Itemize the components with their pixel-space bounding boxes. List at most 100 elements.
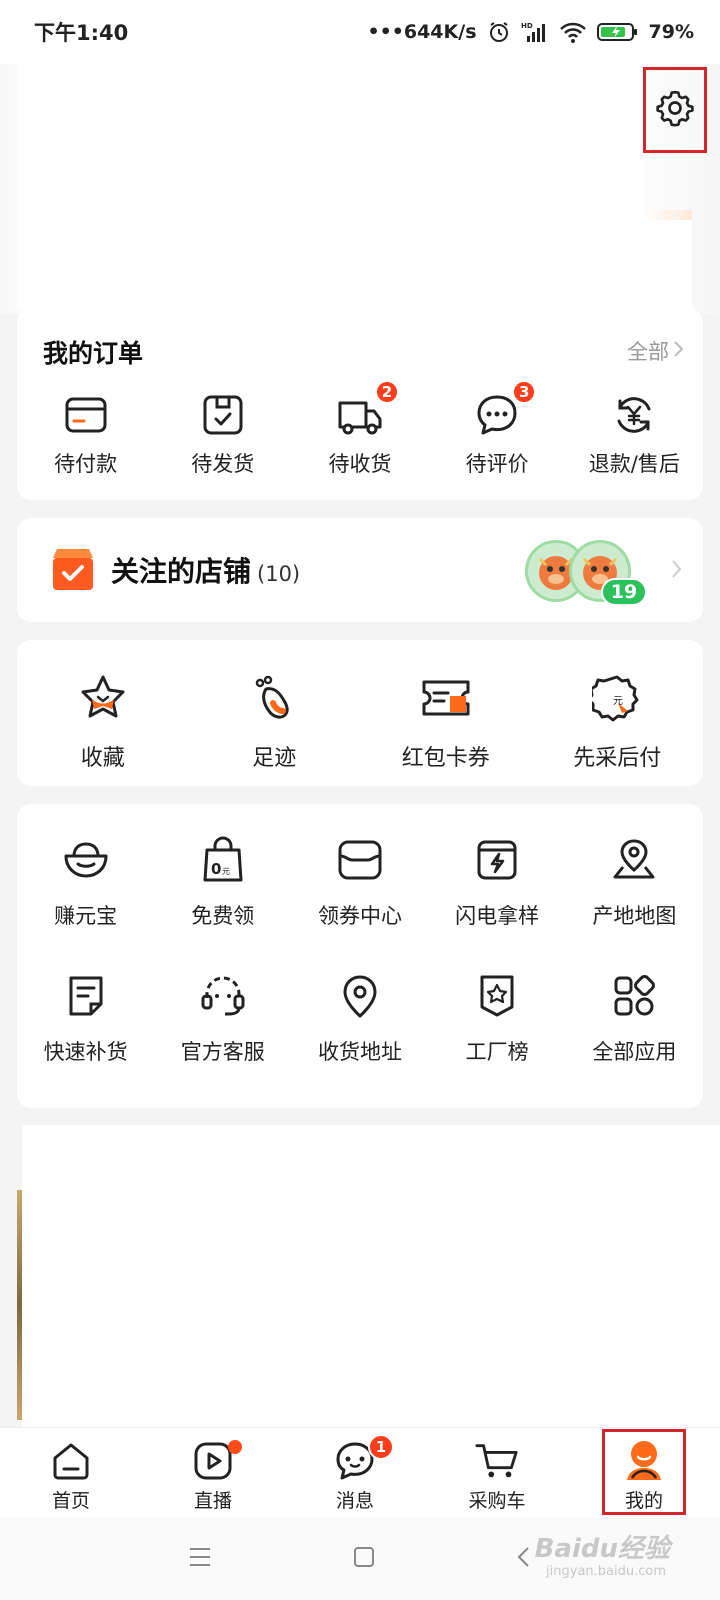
favorites-row: 收藏 足迹 红包卡券 元 先采后付 (17, 670, 703, 772)
message-icon: 1 (332, 1434, 394, 1484)
tab-label: 首页 (51, 1490, 90, 1512)
shop-update-badge: 19 (601, 578, 647, 606)
orders-status-row: 待付款 待发货 2 待收货 3 待评价 退款/售后 (17, 380, 703, 478)
lightning-sample-icon (471, 834, 523, 886)
fav-coupons[interactable]: 红包卡券 (360, 670, 532, 772)
tab-live[interactable]: 直播 (142, 1428, 284, 1517)
fav-footprints[interactable]: 足迹 (189, 670, 361, 772)
followed-shops-title: 关注的店铺 (10) (111, 550, 300, 590)
home-square-icon[interactable] (352, 1545, 376, 1573)
origin-map-icon (608, 834, 660, 886)
factory-rank-icon (471, 970, 523, 1022)
order-count-badge: 3 (512, 380, 537, 404)
footprint-icon (246, 670, 302, 726)
live-play-icon (190, 1438, 242, 1484)
fav-collections[interactable]: 收藏 (17, 670, 189, 772)
followed-shops-label: 关注的店铺 (111, 555, 252, 588)
shop-store-icon (49, 546, 97, 596)
tab-label: 采购车 (468, 1490, 526, 1512)
fav-item-label: 足迹 (252, 746, 297, 771)
fav-item-label: 收藏 (80, 746, 125, 771)
cart-icon (474, 1438, 520, 1484)
fav-pay-later[interactable]: 元 先采后付 (532, 670, 704, 772)
tool-item-label: 免费领 (191, 904, 255, 928)
order-refund-aftersales[interactable]: 退款/售后 (566, 390, 703, 478)
coupon-icon (418, 670, 474, 726)
header-content-area (17, 64, 642, 309)
tool-item-label: 赚元宝 (54, 904, 118, 928)
tab-home[interactable]: 首页 (0, 1428, 142, 1517)
message-count-badge: 1 (368, 1434, 394, 1460)
svg-text:HD: HD (521, 22, 533, 30)
header-content-area-right (642, 220, 692, 310)
chevron-right-icon (671, 558, 683, 584)
svg-text:0: 0 (211, 860, 221, 878)
order-item-label: 待发货 (191, 452, 255, 476)
order-count-badge: 2 (374, 380, 399, 404)
menu-icon[interactable] (188, 1546, 212, 1572)
wallet-card-icon (61, 390, 111, 440)
order-pending-receipt[interactable]: 2 待收货 (291, 380, 428, 478)
tool-item-label: 收货地址 (317, 1040, 402, 1064)
order-item-label: 待评价 (465, 452, 529, 476)
tool-item-label: 工厂榜 (465, 1040, 529, 1064)
status-time: 下午1:40 (34, 21, 129, 45)
gear-icon (655, 88, 695, 132)
star-icon (75, 670, 131, 726)
order-item-label: 待付款 (54, 452, 118, 476)
tool-item-label: 领券中心 (317, 904, 402, 928)
tool-lightning-sample[interactable]: 闪电拿样 (429, 834, 566, 970)
tool-origin-map[interactable]: 产地地图 (566, 834, 703, 970)
fav-item-label: 先采后付 (573, 746, 662, 771)
network-speed: •••644K/s (367, 21, 477, 43)
tool-shipping-address[interactable]: 收货地址 (291, 970, 428, 1106)
orders-card: 我的订单 全部 待付款 待发货 2 待收货 3 待评价 退款/售后 (17, 308, 703, 500)
orders-view-all-link[interactable]: 全部 (627, 336, 685, 366)
tool-all-apps[interactable]: 全部应用 (566, 970, 703, 1106)
tool-item-label: 产地地图 (592, 904, 677, 928)
alarm-icon (487, 20, 511, 44)
bottom-tab-bar: 首页 直播 1 消息 采购车 我的 (0, 1427, 720, 1517)
order-pending-shipment[interactable]: 待发货 (154, 390, 291, 478)
followed-shops-count: (10) (257, 562, 301, 586)
chevron-right-icon (673, 339, 685, 364)
watermark-brand: Baidu经验 (534, 1534, 670, 1564)
live-notification-dot (228, 1440, 242, 1454)
tool-official-service[interactable]: 官方客服 (154, 970, 291, 1106)
location-pin-icon (334, 970, 386, 1022)
tool-coupon-center[interactable]: 领券中心 (291, 834, 428, 970)
order-pending-review[interactable]: 3 待评价 (429, 380, 566, 478)
tool-factory-rank[interactable]: 工厂榜 (429, 970, 566, 1106)
watermark-site: jingyan.baidu.com (546, 1564, 666, 1579)
tab-me[interactable]: 我的 (602, 1429, 686, 1515)
all-apps-icon (608, 970, 660, 1022)
battery-percent: 79% (648, 21, 694, 43)
tool-free-claim[interactable]: 0元 免费领 (154, 834, 291, 970)
back-icon[interactable] (516, 1545, 532, 1573)
tool-quick-restock[interactable]: 快速补货 (17, 970, 154, 1106)
order-pending-payment[interactable]: 待付款 (17, 390, 154, 478)
status-bar: 下午1:40 •••644K/s HD 79% (0, 0, 720, 64)
tool-item-label: 闪电拿样 (455, 904, 540, 928)
tool-item-label: 官方客服 (180, 1040, 265, 1064)
status-indicators: •••644K/s HD 79% (367, 20, 694, 44)
order-item-label: 待收货 (328, 452, 392, 476)
delivery-truck-icon: 2 (335, 380, 399, 440)
followed-shops-card[interactable]: 关注的店铺 (10) 19 (17, 518, 703, 622)
tools-card: 赚元宝 0元 免费领 领券中心 闪电拿样 产地地图 快速补货 官方客服 收货地址… (17, 804, 703, 1108)
orders-all-label: 全部 (627, 340, 669, 364)
favorites-card: 收藏 足迹 红包卡券 元 先采后付 (17, 640, 703, 786)
tool-item-label: 全部应用 (592, 1040, 677, 1064)
tab-label: 直播 (193, 1490, 232, 1512)
order-item-label: 退款/售后 (588, 452, 680, 476)
tab-cart[interactable]: 采购车 (426, 1428, 568, 1517)
shop-avatars: 19 (525, 538, 655, 608)
wifi-icon (559, 20, 587, 44)
headset-icon (197, 970, 249, 1022)
settings-button[interactable] (643, 67, 707, 153)
tab-messages[interactable]: 1 消息 (284, 1428, 426, 1517)
signal-icon: HD (521, 20, 549, 44)
chat-bubble-icon: 3 (472, 380, 537, 440)
package-box-icon (198, 390, 248, 440)
tool-earn-yuanbao[interactable]: 赚元宝 (17, 834, 154, 970)
